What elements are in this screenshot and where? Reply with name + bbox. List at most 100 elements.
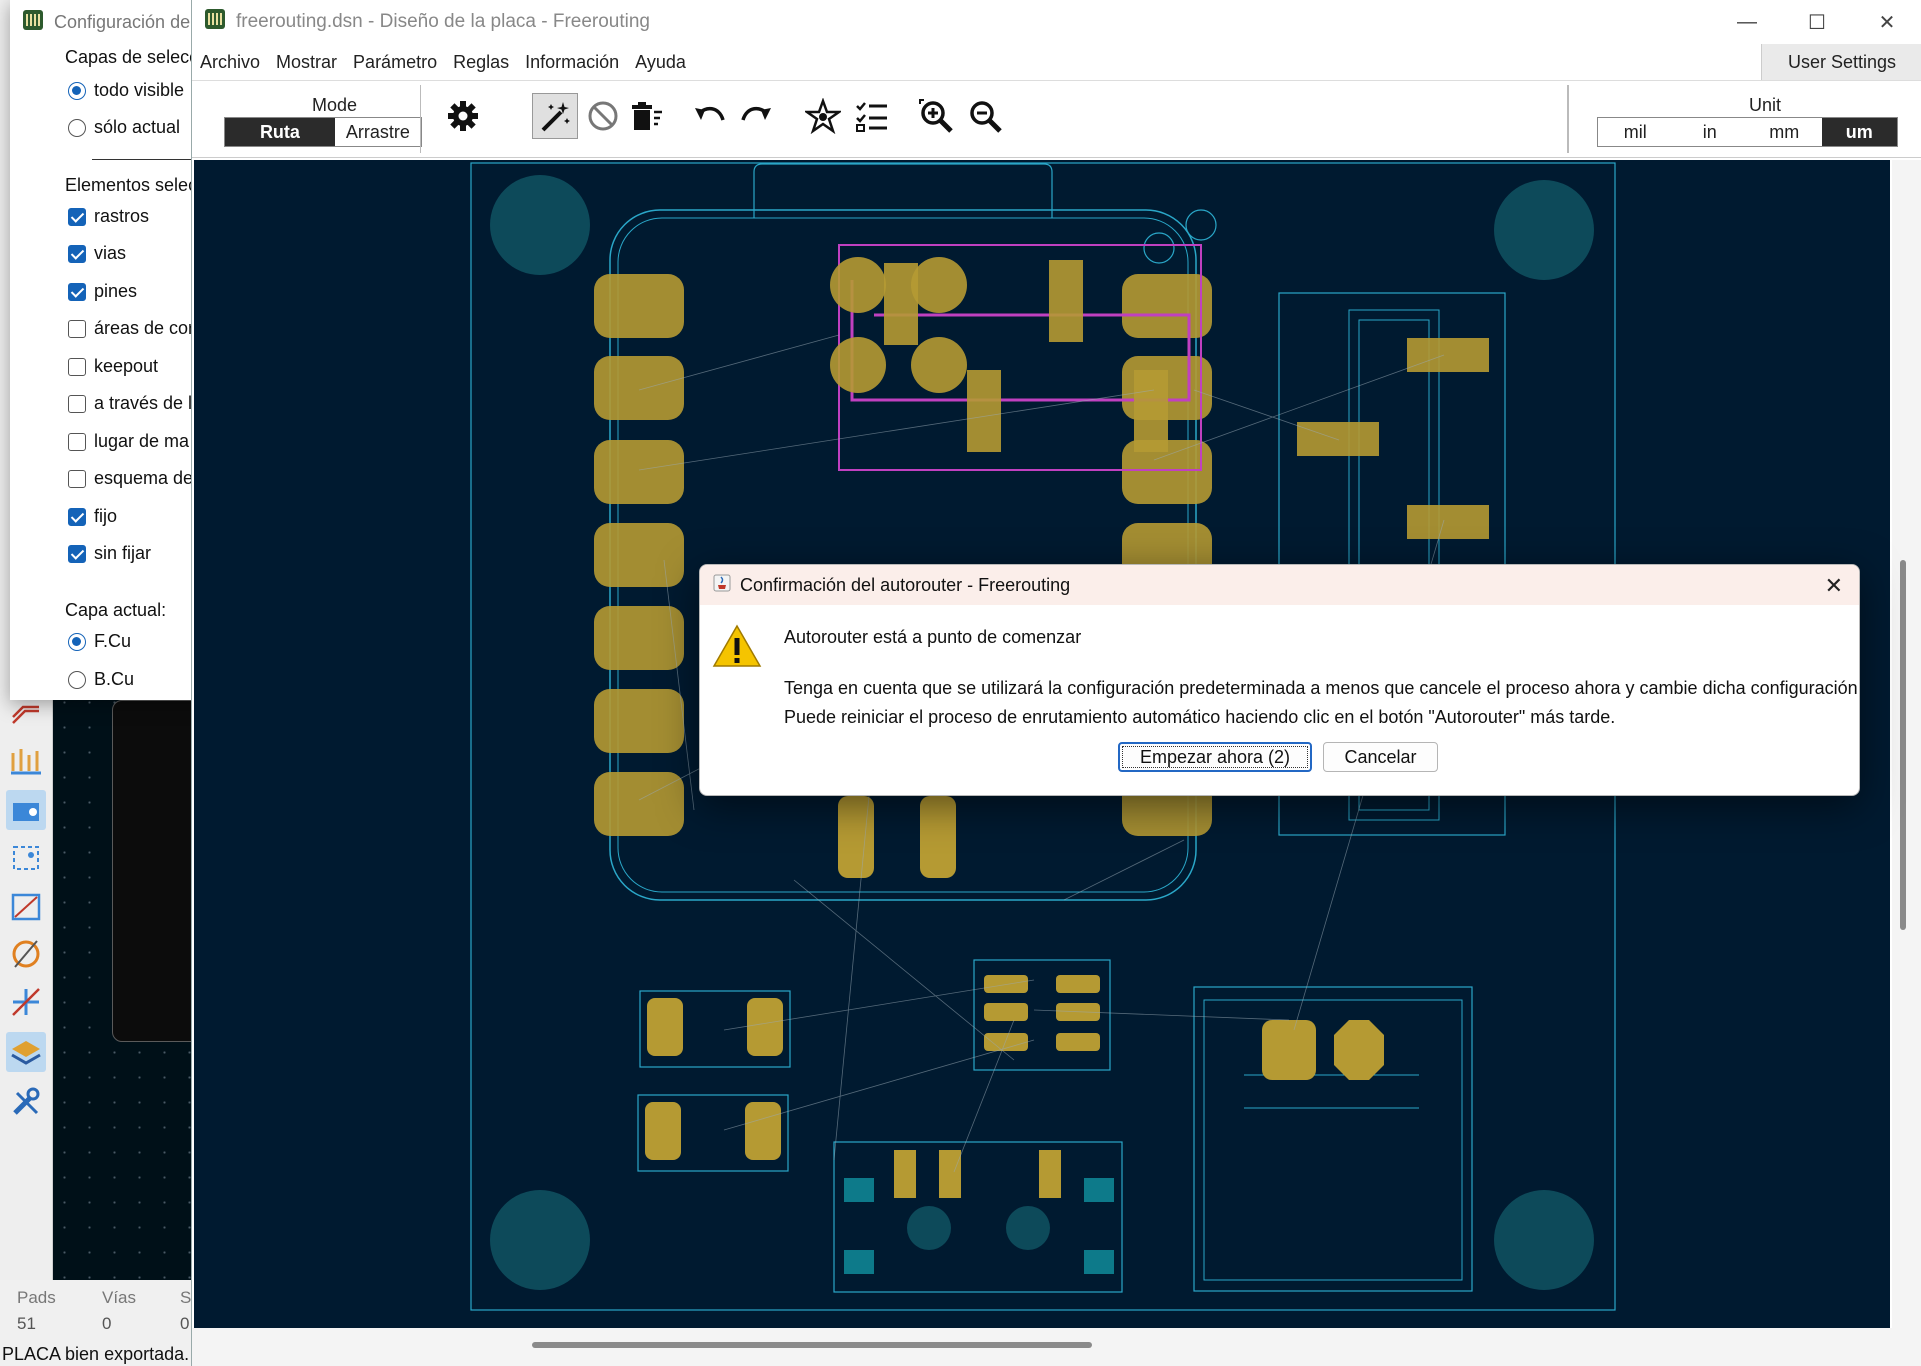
radio-fcu[interactable] (68, 632, 86, 651)
connector-pad (1407, 505, 1489, 539)
element-fixed[interactable]: fijo (68, 506, 117, 527)
menu-parametro[interactable]: Parámetro (345, 52, 445, 73)
menu-archivo[interactable]: Archivo (192, 52, 268, 73)
usb-shield-pad (1084, 1178, 1114, 1202)
maximize-icon[interactable]: ☐ (1782, 0, 1852, 44)
selection-window-titlebar[interactable]: Configuración de (10, 0, 210, 44)
checkbox-fixed[interactable] (68, 507, 86, 526)
cancel-button[interactable]: Cancelar (1323, 742, 1438, 772)
element-pins[interactable]: pines (68, 281, 137, 302)
power-pad-octagon (1334, 1020, 1384, 1080)
passive-pad (747, 998, 783, 1056)
add-via-icon[interactable] (6, 790, 46, 830)
dialog-titlebar[interactable]: Confirmación del autorouter - Freeroutin… (700, 565, 1859, 605)
horizontal-scroll-thumb[interactable] (532, 1342, 1092, 1348)
element-traces[interactable]: rastros (68, 206, 149, 227)
checkbox-conduction-areas[interactable] (68, 319, 86, 338)
checkbox-keepout[interactable] (68, 357, 86, 376)
unit-um-button[interactable]: um (1821, 118, 1897, 146)
ic-pad (1056, 1033, 1100, 1051)
usb-pad (939, 1150, 961, 1198)
current-layer-label: B.Cu (94, 669, 135, 689)
element-vias[interactable]: vias (68, 243, 126, 264)
dialog-line-1: Tenga en cuenta que se utilizará la conf… (784, 678, 1860, 698)
checklist-icon[interactable] (849, 93, 895, 139)
radio-current-only[interactable] (68, 118, 86, 137)
crystal-pad (911, 257, 967, 313)
element-place-keepout[interactable]: lugar de ma (68, 431, 189, 452)
autorouter-confirm-dialog: Confirmación del autorouter - Freeroutin… (699, 564, 1860, 796)
net-spider-icon[interactable] (800, 93, 846, 139)
mode-ruta-button[interactable]: Ruta (225, 118, 335, 146)
crystal-pad (830, 337, 886, 393)
layers-icon[interactable] (6, 1032, 46, 1072)
redo-icon[interactable] (734, 93, 780, 139)
element-unfixed[interactable]: sin fijar (68, 543, 151, 564)
current-layer-bcu[interactable]: B.Cu (68, 669, 134, 690)
menu-reglas[interactable]: Reglas (445, 52, 517, 73)
tune-length-icon[interactable] (6, 740, 46, 780)
checkbox-pins[interactable] (68, 282, 86, 301)
autoroute-wand-icon[interactable] (532, 93, 578, 139)
element-board-outline[interactable]: esquema de (68, 468, 193, 489)
user-settings-button[interactable]: User Settings (1760, 44, 1921, 80)
radio-all-visible[interactable] (68, 81, 86, 100)
start-now-button[interactable]: Empezar ahora (2) (1118, 742, 1312, 772)
vertical-scrollbar[interactable] (1892, 160, 1921, 1328)
checkbox-traces[interactable] (68, 207, 86, 226)
keepout-area-icon[interactable] (6, 838, 46, 878)
cross-probe-icon[interactable] (6, 982, 46, 1022)
checkbox-vias[interactable] (68, 244, 86, 263)
settings-icon[interactable] (440, 93, 486, 139)
menu-informacion[interactable]: Información (517, 52, 627, 73)
checkbox-place-keepout[interactable] (68, 432, 86, 451)
unit-label: Unit (1749, 95, 1782, 115)
unit-mil-button[interactable]: mil (1598, 118, 1673, 146)
ic-pad (1056, 975, 1100, 993)
element-via-keepout[interactable]: a través de l (68, 393, 192, 414)
menu-mostrar[interactable]: Mostrar (268, 52, 345, 73)
layer-option-label: todo visible (94, 80, 185, 100)
element-keepout[interactable]: keepout (68, 356, 158, 377)
smd-pad (1049, 260, 1083, 342)
close-icon[interactable]: ✕ (1852, 0, 1921, 44)
zoom-out-icon[interactable] (962, 93, 1008, 139)
mode-arrastre-button[interactable]: Arrastre (335, 118, 421, 146)
ic-pad (984, 975, 1028, 993)
checkbox-board-outline[interactable] (68, 469, 86, 488)
measure-icon[interactable] (6, 934, 46, 974)
unit-in-button[interactable]: in (1673, 118, 1748, 146)
zoom-in-icon[interactable] (913, 93, 959, 139)
layers-header: Capas de selecc (65, 47, 199, 67)
mounting-hole (1494, 1190, 1594, 1290)
fiducial (1185, 209, 1217, 241)
minimize-icon[interactable]: — (1712, 0, 1782, 44)
board-outline-icon[interactable] (6, 886, 46, 926)
radio-bcu[interactable] (68, 670, 86, 689)
module-pad (594, 689, 684, 753)
vertical-scroll-thumb[interactable] (1900, 560, 1906, 930)
delete-trash-icon[interactable] (623, 93, 669, 139)
undo-icon[interactable] (686, 93, 732, 139)
dialog-close-icon[interactable]: ✕ (1825, 573, 1843, 599)
layer-option-current-only[interactable]: sólo actual (68, 117, 180, 138)
power-connector-inner (1203, 999, 1463, 1281)
main-titlebar[interactable]: freerouting.dsn - Diseño de la placa - F… (192, 0, 1921, 44)
layer-option-all-visible[interactable]: todo visible (68, 80, 184, 101)
cancel-icon[interactable] (580, 93, 626, 139)
checkbox-via-keepout[interactable] (68, 394, 86, 413)
module-pad (594, 356, 684, 420)
crystal-pad (911, 337, 967, 393)
current-layer-fcu[interactable]: F.Cu (68, 631, 131, 652)
s-value: 0 (180, 1314, 190, 1333)
elements-header: Elementos selec (65, 175, 198, 195)
unit-mm-button[interactable]: mm (1747, 118, 1822, 146)
menu-ayuda[interactable]: Ayuda (627, 52, 694, 73)
dialog-title: Confirmación del autorouter - Freeroutin… (740, 574, 1071, 595)
power-connector-rails (1244, 1074, 1419, 1109)
s-label: S (180, 1288, 192, 1307)
module-pad (838, 796, 874, 878)
element-conduction-areas[interactable]: áreas de cor (68, 318, 194, 339)
tools-icon[interactable] (6, 1082, 46, 1122)
checkbox-unfixed[interactable] (68, 544, 86, 563)
